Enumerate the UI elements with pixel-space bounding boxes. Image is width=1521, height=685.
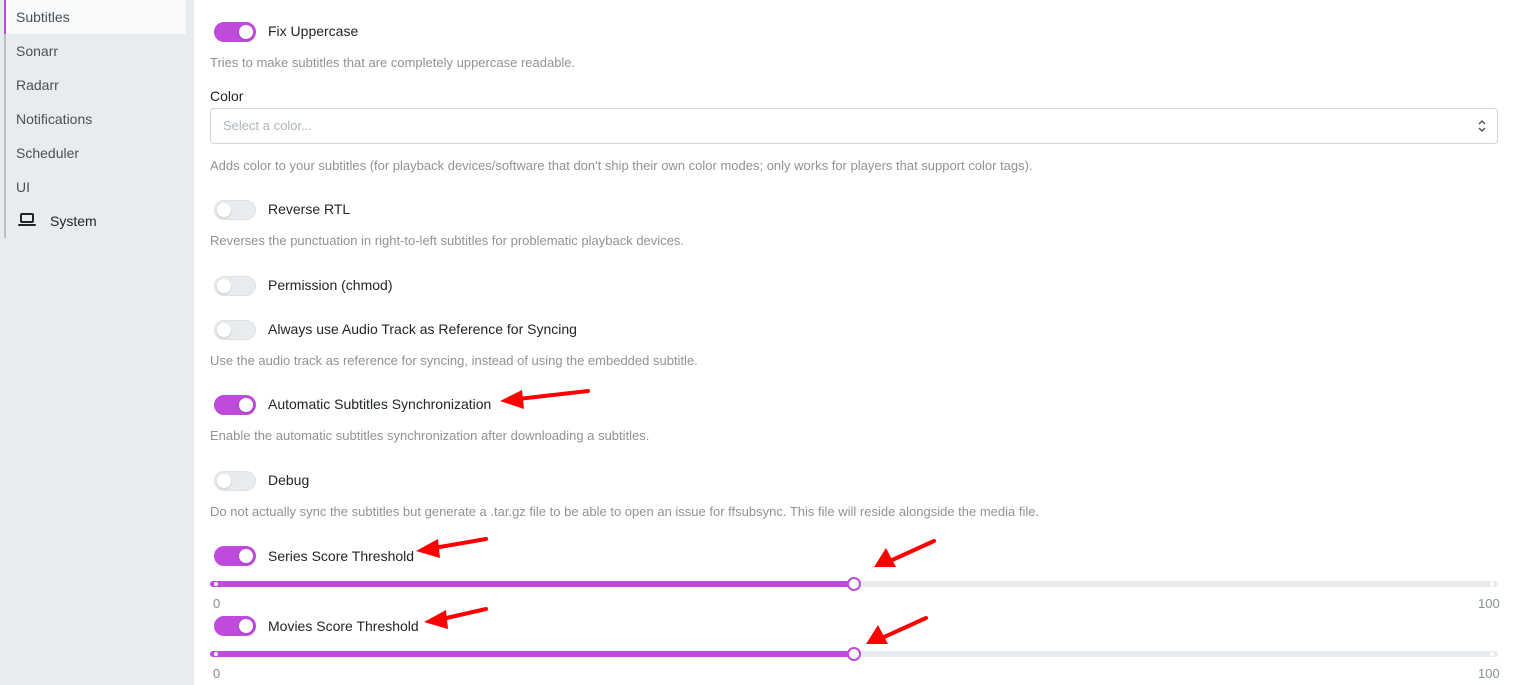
toggle-knob bbox=[217, 474, 231, 488]
toggle-knob bbox=[217, 279, 231, 293]
audio-track-reference-toggle[interactable] bbox=[214, 320, 256, 340]
slider-min-label: 0 bbox=[213, 666, 221, 681]
annotation-arrow-icon bbox=[424, 607, 488, 629]
nav-item-label: Sonarr bbox=[16, 43, 59, 59]
toggle-knob bbox=[239, 549, 253, 563]
slider-min-label: 0 bbox=[213, 596, 221, 611]
nav-item-label: UI bbox=[16, 179, 30, 195]
auto-sync-label: Automatic Subtitles Synchronization bbox=[268, 396, 492, 412]
series-threshold-slider[interactable] bbox=[210, 574, 1498, 594]
color-select-placeholder: Select a color... bbox=[223, 118, 312, 133]
nav-item-label: Notifications bbox=[16, 111, 93, 127]
nav-item-radarr[interactable]: Radarr bbox=[6, 68, 186, 102]
nav-item-label: Radarr bbox=[16, 77, 59, 93]
laptop-icon bbox=[18, 205, 36, 239]
slider-thumb[interactable] bbox=[847, 647, 861, 661]
slider-mark-end bbox=[1490, 582, 1494, 586]
settings-sidebar: Subtitles Sonarr Radarr Notifications Sc… bbox=[0, 0, 194, 685]
permission-label: Permission (chmod) bbox=[268, 277, 393, 293]
nav-item-sonarr[interactable]: Sonarr bbox=[6, 34, 186, 68]
debug-description: Do not actually sync the subtitles but g… bbox=[210, 504, 1040, 519]
nav-item-system[interactable]: System bbox=[6, 204, 186, 238]
annotation-arrow-icon bbox=[416, 537, 488, 558]
slider-thumb[interactable] bbox=[847, 577, 861, 591]
slider-fill bbox=[210, 581, 854, 587]
fix-uppercase-description: Tries to make subtitles that are complet… bbox=[210, 55, 576, 70]
reverse-rtl-description: Reverses the punctuation in right-to-lef… bbox=[210, 233, 685, 248]
chevron-updown-icon bbox=[1477, 119, 1487, 138]
toggle-knob bbox=[217, 323, 231, 337]
toggle-knob bbox=[239, 398, 253, 412]
nav-item-label: System bbox=[50, 213, 97, 229]
color-select[interactable]: Select a color... bbox=[210, 108, 1498, 144]
debug-label: Debug bbox=[268, 472, 310, 488]
reverse-rtl-label: Reverse RTL bbox=[268, 201, 351, 217]
nav-item-ui[interactable]: UI bbox=[6, 170, 186, 204]
toggle-knob bbox=[239, 619, 253, 633]
movies-threshold-toggle[interactable] bbox=[214, 616, 256, 636]
fix-uppercase-toggle[interactable] bbox=[214, 22, 256, 42]
nav-item-subtitles[interactable]: Subtitles bbox=[4, 0, 186, 34]
series-threshold-toggle[interactable] bbox=[214, 546, 256, 566]
slider-fill bbox=[210, 651, 854, 657]
toggle-knob bbox=[239, 25, 253, 39]
slider-mark-start bbox=[214, 652, 218, 656]
slider-max-label: 100 bbox=[1478, 666, 1500, 681]
color-description: Adds color to your subtitles (for playba… bbox=[210, 158, 1033, 173]
audio-track-reference-description: Use the audio track as reference for syn… bbox=[210, 353, 698, 368]
settings-content: Fix Uppercase Tries to make subtitles th… bbox=[194, 0, 1521, 685]
settings-nav: Subtitles Sonarr Radarr Notifications Sc… bbox=[4, 0, 186, 238]
color-label: Color bbox=[210, 88, 244, 104]
debug-toggle[interactable] bbox=[214, 471, 256, 491]
nav-item-label: Subtitles bbox=[16, 9, 70, 25]
toggle-knob bbox=[217, 203, 231, 217]
nav-item-scheduler[interactable]: Scheduler bbox=[6, 136, 186, 170]
permission-toggle[interactable] bbox=[214, 276, 256, 296]
movies-threshold-label: Movies Score Threshold bbox=[268, 618, 419, 634]
annotation-arrow-icon bbox=[500, 389, 590, 409]
nav-item-notifications[interactable]: Notifications bbox=[6, 102, 186, 136]
slider-mark-end bbox=[1490, 652, 1494, 656]
nav-item-label: Scheduler bbox=[16, 145, 80, 161]
series-threshold-label: Series Score Threshold bbox=[268, 548, 415, 564]
annotation-arrow-icon bbox=[874, 539, 936, 567]
fix-uppercase-label: Fix Uppercase bbox=[268, 23, 359, 39]
annotation-arrow-icon bbox=[866, 616, 928, 644]
slider-max-label: 100 bbox=[1478, 596, 1500, 611]
auto-sync-toggle[interactable] bbox=[214, 395, 256, 415]
reverse-rtl-toggle[interactable] bbox=[214, 200, 256, 220]
auto-sync-description: Enable the automatic subtitles synchroni… bbox=[210, 428, 650, 443]
slider-mark-start bbox=[214, 582, 218, 586]
audio-track-reference-label: Always use Audio Track as Reference for … bbox=[268, 321, 577, 337]
movies-threshold-slider[interactable] bbox=[210, 644, 1498, 664]
